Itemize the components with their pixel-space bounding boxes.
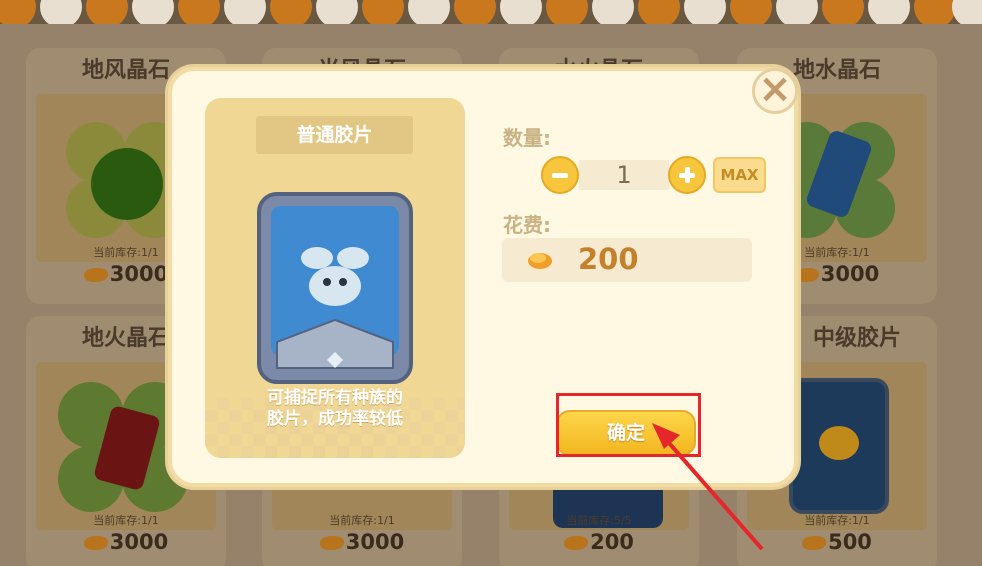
card-price: 3000 [262,530,462,554]
cost-value: 200 [578,242,639,276]
coin-icon [794,268,819,282]
coin-icon [528,253,552,269]
card-stock: 当前库存:1/1 [329,514,395,527]
gold-creature-icon [819,426,859,460]
card-price-value: 3000 [109,262,169,286]
cost-label: 花费: [503,213,551,237]
close-button[interactable]: × [752,68,798,114]
coin-icon [83,536,108,550]
quantity-input[interactable] [579,160,669,190]
mid-film-card-icon [789,378,889,514]
card-price: 3000 [26,530,226,554]
decrease-quantity-button[interactable] [541,156,579,194]
item-preview-panel: 普通胶片 可捕捉所有种族的 胶片，成功率较低 [205,98,465,458]
green-orb-icon [91,148,163,220]
card-stock: 当前库存:1/1 [93,514,159,527]
card-price-value: 200 [590,530,634,554]
item-name: 普通胶片 [256,116,413,154]
increase-quantity-button[interactable] [668,156,706,194]
card-price-value: 3000 [345,530,405,554]
item-description: 可捕捉所有种族的 胶片，成功率较低 [225,388,445,430]
card-price-value: 500 [828,530,872,554]
coin-icon [564,536,589,550]
coin-icon [319,536,344,550]
coin-icon [802,536,827,550]
quantity-label: 数量: [503,126,551,150]
item-description-line: 可捕捉所有种族的 [267,388,403,408]
item-description-line: 胶片，成功率较低 [267,409,403,429]
card-price-value: 3000 [820,262,880,286]
film-card-icon [257,192,413,384]
max-quantity-button[interactable]: MAX [713,157,766,193]
card-price-value: 3000 [109,530,169,554]
pointer-arrow-icon [652,423,764,551]
cost-display: 200 [502,238,752,282]
coin-icon [83,268,108,282]
